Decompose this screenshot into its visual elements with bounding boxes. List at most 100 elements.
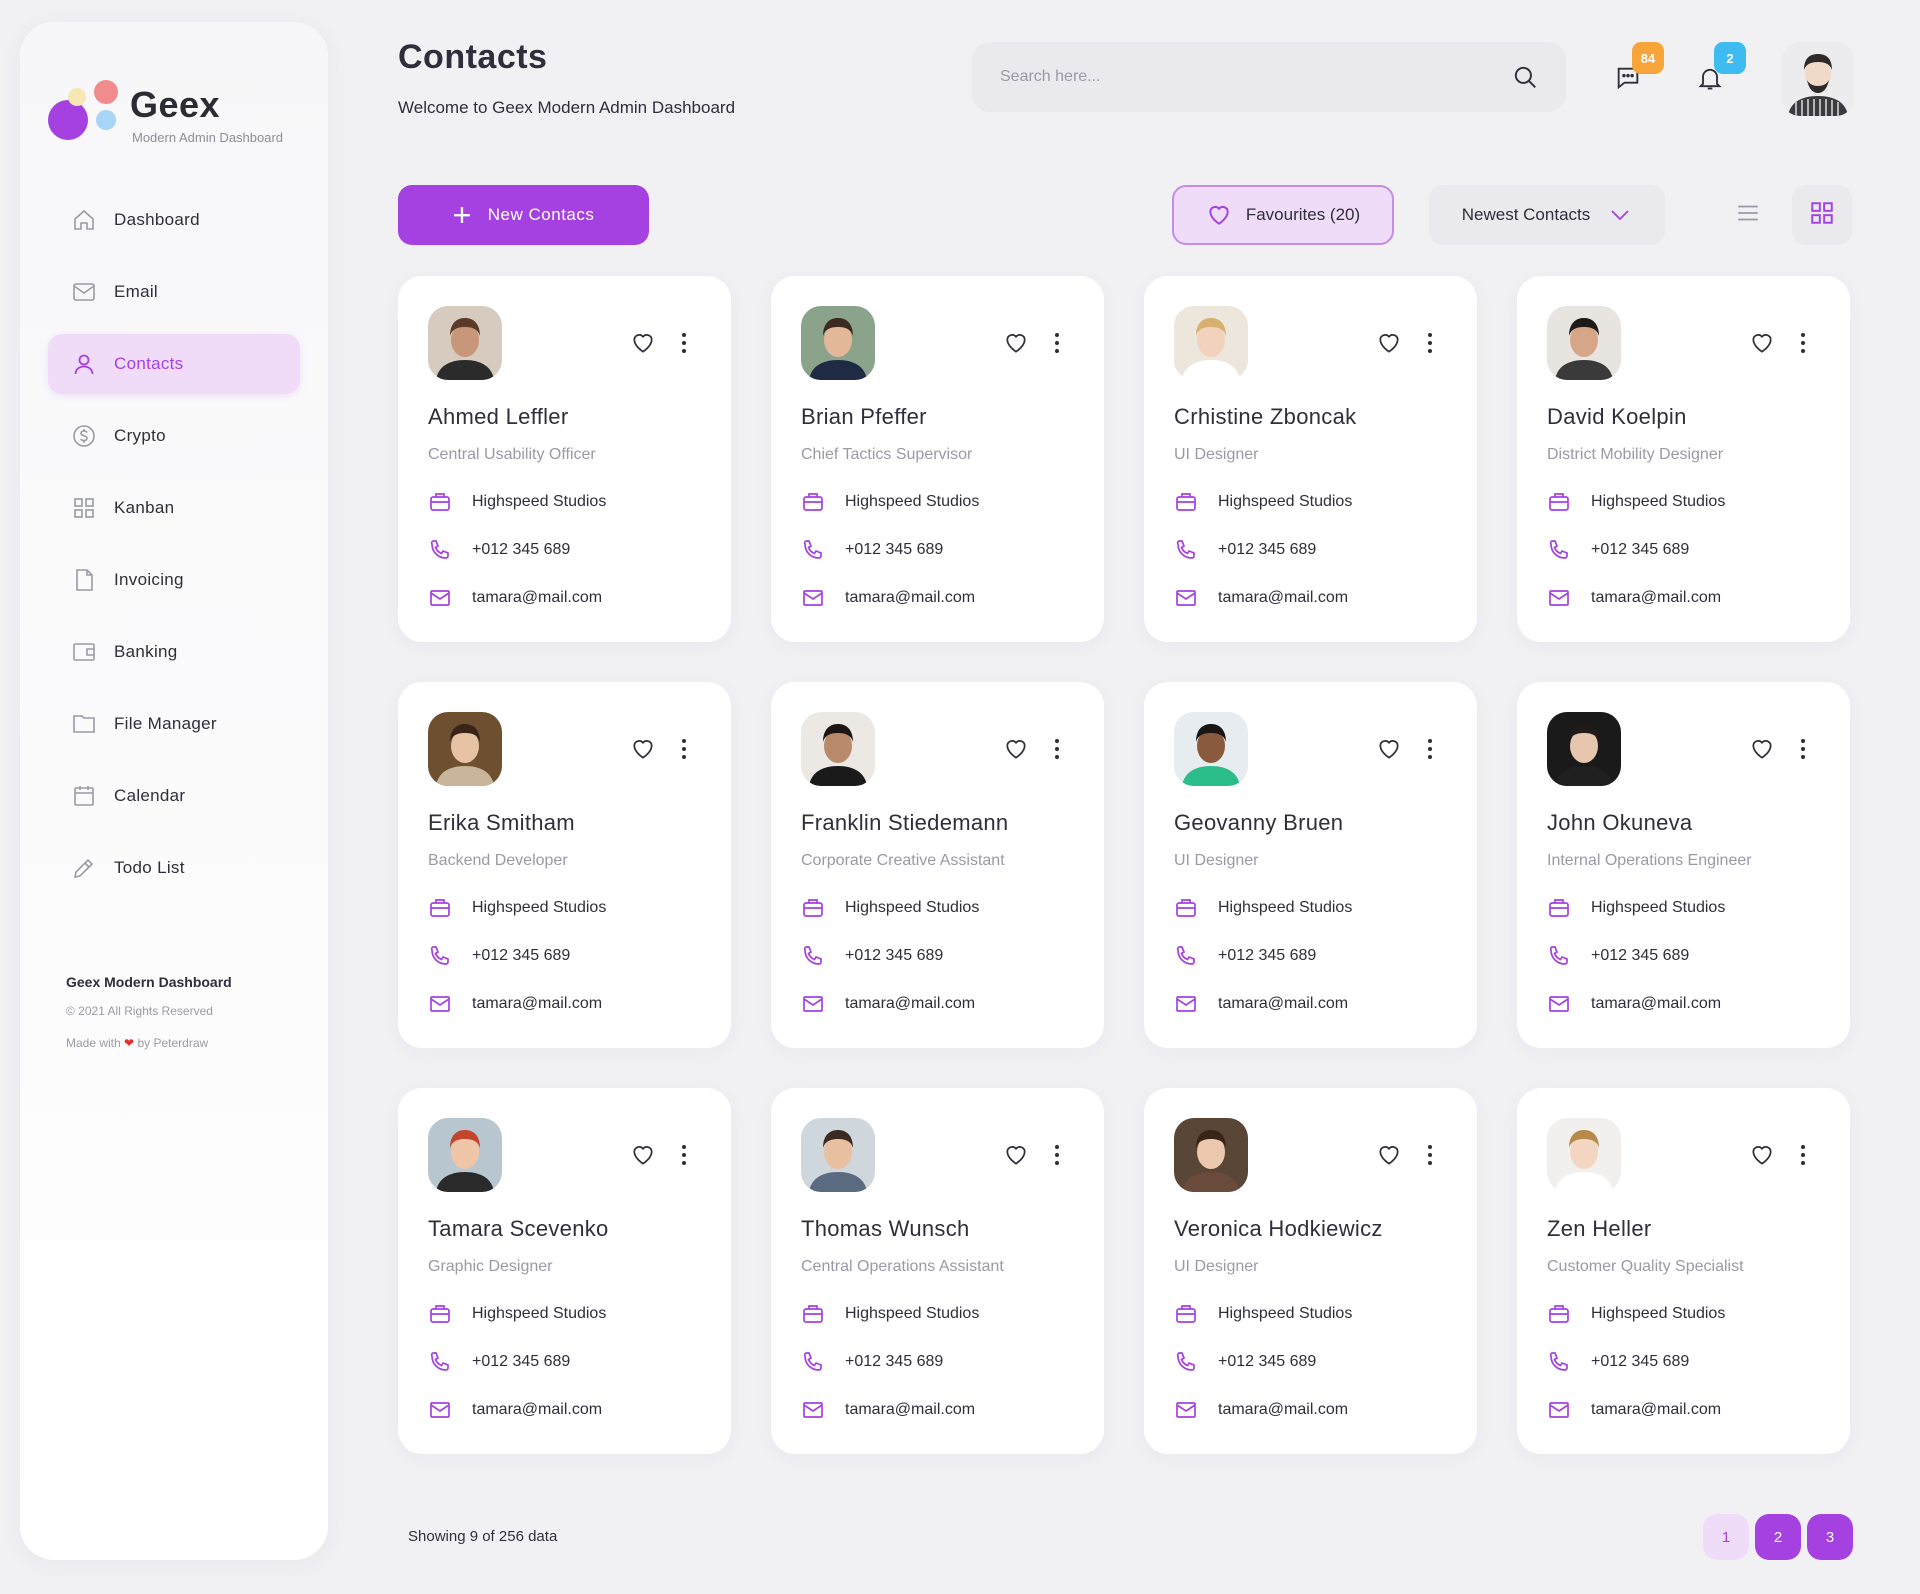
more-options-icon[interactable] <box>1047 330 1067 356</box>
briefcase-icon <box>428 1302 452 1326</box>
sidebar-item-file-manager[interactable]: File Manager <box>48 694 300 754</box>
sort-dropdown[interactable]: Newest Contacts <box>1429 185 1665 245</box>
contact-name: Erika Smitham <box>428 810 575 835</box>
more-options-icon[interactable] <box>1793 330 1813 356</box>
contact-card[interactable]: Ahmed Leffler Central Usability Officer … <box>398 276 731 642</box>
heart-icon[interactable] <box>630 1142 656 1168</box>
heart-icon[interactable] <box>1749 1142 1775 1168</box>
contact-card[interactable]: Veronica Hodkiewicz UI Designer Highspee… <box>1144 1088 1477 1454</box>
contact-card[interactable]: David Koelpin District Mobility Designer… <box>1517 276 1850 642</box>
heart-icon: ❤ <box>124 1036 135 1050</box>
sidebar-item-contacts[interactable]: Contacts <box>48 334 300 394</box>
more-options-icon[interactable] <box>1420 1142 1440 1168</box>
sidebar-item-todo-list[interactable]: Todo List <box>48 838 300 898</box>
contact-email-text[interactable]: tamara@mail.com <box>845 1401 975 1419</box>
heart-icon[interactable] <box>630 330 656 356</box>
sidebar-item-email[interactable]: Email <box>48 262 300 322</box>
contact-phone-text: +012 345 689 <box>1218 947 1317 964</box>
contact-email-text[interactable]: tamara@mail.com <box>1218 589 1348 607</box>
contact-role: Backend Developer <box>428 852 568 869</box>
contact-email: tamara@mail.com <box>1547 992 1721 1016</box>
heart-icon[interactable] <box>1749 736 1775 762</box>
more-options-icon[interactable] <box>1420 330 1440 356</box>
search-input[interactable] <box>1000 68 1512 86</box>
heart-icon[interactable] <box>1376 736 1402 762</box>
contact-card[interactable]: Tamara Scevenko Graphic Designer Highspe… <box>398 1088 731 1454</box>
contact-phone-text: +012 345 689 <box>1591 541 1690 558</box>
favourites-button[interactable]: Favourites (20) <box>1172 185 1394 245</box>
more-options-icon[interactable] <box>674 1142 694 1168</box>
page-button-1[interactable]: 1 <box>1703 1514 1749 1560</box>
contact-card[interactable]: Erika Smitham Backend Developer Highspee… <box>398 682 731 1048</box>
contact-card[interactable]: Crhistine Zboncak UI Designer Highspeed … <box>1144 276 1477 642</box>
brand-logo[interactable]: Geex Modern Admin Dashboard <box>46 58 326 154</box>
search-icon[interactable] <box>1512 64 1538 90</box>
heart-icon[interactable] <box>1003 330 1029 356</box>
contact-email-text[interactable]: tamara@mail.com <box>472 1401 602 1419</box>
heart-icon[interactable] <box>1003 736 1029 762</box>
contact-company: Highspeed Studios <box>428 1302 606 1326</box>
heart-icon[interactable] <box>1003 1142 1029 1168</box>
contact-company: Highspeed Studios <box>801 490 979 514</box>
footer-copyright: © 2021 All Rights Reserved <box>66 1004 213 1018</box>
contact-email-text[interactable]: tamara@mail.com <box>1591 1401 1721 1419</box>
sidebar-item-crypto[interactable]: Crypto <box>48 406 300 466</box>
briefcase-icon <box>1174 896 1198 920</box>
more-options-icon[interactable] <box>674 736 694 762</box>
sidebar-item-kanban[interactable]: Kanban <box>48 478 300 538</box>
contact-card[interactable]: John Okuneva Internal Operations Enginee… <box>1517 682 1850 1048</box>
contact-company-text: Highspeed Studios <box>1218 1305 1353 1322</box>
contact-email: tamara@mail.com <box>428 992 602 1016</box>
contact-email-text[interactable]: tamara@mail.com <box>472 995 602 1013</box>
contact-email-text[interactable]: tamara@mail.com <box>845 589 975 607</box>
new-contact-button[interactable]: + New Contacs <box>398 185 649 245</box>
heart-icon[interactable] <box>630 736 656 762</box>
more-options-icon[interactable] <box>1793 736 1813 762</box>
contact-card[interactable]: Geovanny Bruen UI Designer Highspeed Stu… <box>1144 682 1477 1048</box>
more-options-icon[interactable] <box>674 330 694 356</box>
sidebar-item-label: Contacts <box>114 354 184 373</box>
contact-card[interactable]: Thomas Wunsch Central Operations Assista… <box>771 1088 1104 1454</box>
heart-icon[interactable] <box>1376 1142 1402 1168</box>
contact-company: Highspeed Studios <box>428 896 606 920</box>
sidebar-item-calendar[interactable]: Calendar <box>48 766 300 826</box>
sidebar-item-dashboard[interactable]: Dashboard <box>48 190 300 250</box>
briefcase-icon <box>1174 1302 1198 1326</box>
dollar-circle-icon <box>72 424 96 448</box>
contact-email-text[interactable]: tamara@mail.com <box>1218 1401 1348 1419</box>
contact-company: Highspeed Studios <box>1547 490 1725 514</box>
sidebar-nav: Dashboard Email Contacts Crypto Kanban I… <box>48 190 300 910</box>
more-options-icon[interactable] <box>1047 736 1067 762</box>
contact-card[interactable]: Brian Pfeffer Chief Tactics Supervisor H… <box>771 276 1104 642</box>
more-options-icon[interactable] <box>1047 1142 1067 1168</box>
list-icon <box>1735 200 1761 231</box>
contact-email-text[interactable]: tamara@mail.com <box>472 589 602 607</box>
contact-card[interactable]: Franklin Stiedemann Corporate Creative A… <box>771 682 1104 1048</box>
user-avatar[interactable] <box>1782 42 1854 116</box>
contact-email-text[interactable]: tamara@mail.com <box>1218 995 1348 1013</box>
footer-credit: Made with ❤ by Peterdraw <box>66 1036 232 1050</box>
heart-icon[interactable] <box>1749 330 1775 356</box>
grid-view-button[interactable] <box>1792 185 1852 245</box>
contact-email-text[interactable]: tamara@mail.com <box>845 995 975 1013</box>
sidebar-item-label: Banking <box>114 642 178 661</box>
notifications-badge: 2 <box>1714 42 1746 74</box>
page-button-2[interactable]: 2 <box>1755 1514 1801 1560</box>
contact-email-text[interactable]: tamara@mail.com <box>1591 589 1721 607</box>
page-button-3[interactable]: 3 <box>1807 1514 1853 1560</box>
contact-phone-text: +012 345 689 <box>472 947 571 964</box>
contact-email: tamara@mail.com <box>1174 1398 1348 1422</box>
contact-card[interactable]: Zen Heller Customer Quality Specialist H… <box>1517 1088 1850 1454</box>
sidebar-item-banking[interactable]: Banking <box>48 622 300 682</box>
sidebar-item-invoicing[interactable]: Invoicing <box>48 550 300 610</box>
search-bar <box>972 42 1566 112</box>
heart-icon[interactable] <box>1376 330 1402 356</box>
contact-email-text[interactable]: tamara@mail.com <box>1591 995 1721 1013</box>
contact-company: Highspeed Studios <box>801 1302 979 1326</box>
briefcase-icon <box>1174 490 1198 514</box>
phone-icon <box>1174 944 1198 968</box>
briefcase-icon <box>428 490 452 514</box>
list-view-button[interactable] <box>1718 185 1778 245</box>
more-options-icon[interactable] <box>1793 1142 1813 1168</box>
more-options-icon[interactable] <box>1420 736 1440 762</box>
